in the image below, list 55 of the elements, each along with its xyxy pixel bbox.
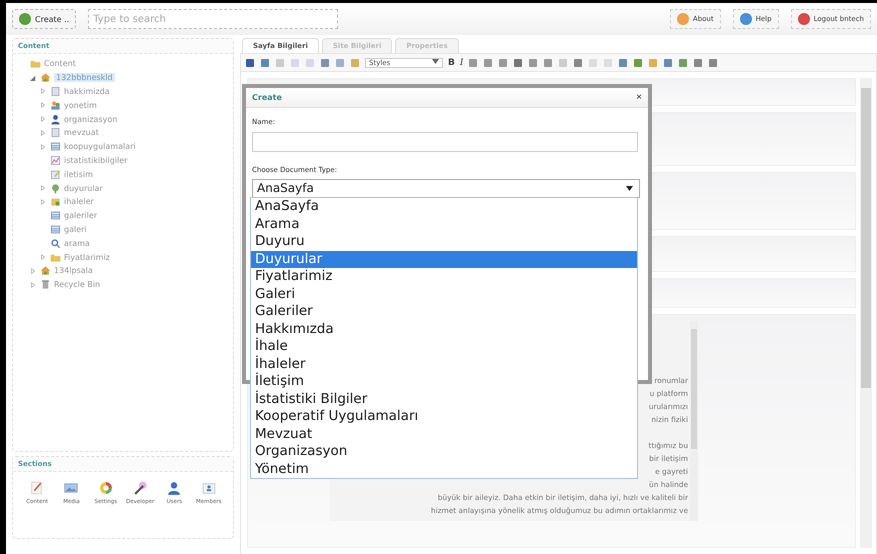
people-icon	[50, 100, 61, 111]
close-button[interactable]: ×	[636, 92, 642, 103]
expander-icon[interactable]	[40, 116, 46, 122]
dropdown-option[interactable]: Galeri	[251, 286, 637, 303]
dialog-title: Create	[252, 93, 282, 102]
expander-icon[interactable]	[40, 198, 46, 205]
house-icon	[40, 265, 51, 276]
expander-icon[interactable]	[40, 254, 46, 260]
dropdown-option[interactable]: İletişim	[251, 373, 637, 390]
dropdown-option[interactable]: Duyuru	[251, 233, 637, 250]
name-field[interactable]	[252, 132, 638, 152]
chart-icon	[50, 154, 61, 166]
dropdown-option[interactable]: Duyurular	[251, 250, 637, 268]
italic-button[interactable]: I	[460, 58, 464, 68]
color-wheel-icon	[98, 480, 114, 496]
expander-icon[interactable]	[40, 88, 46, 94]
box-icon	[50, 196, 61, 208]
expander-icon[interactable]	[30, 268, 36, 274]
expander-icon[interactable]	[30, 74, 36, 81]
dropdown-option[interactable]: Galeriler	[251, 303, 637, 320]
caret-icon	[432, 58, 439, 64]
expander-icon[interactable]	[40, 144, 46, 150]
dropdown-option[interactable]: Fiyatlarimiz	[251, 268, 637, 286]
search-field[interactable]: Type to search	[88, 9, 338, 29]
expander-icon[interactable]	[40, 130, 46, 136]
page-icon	[50, 86, 61, 97]
caret-icon	[626, 186, 633, 190]
dropdown-option[interactable]: Organizasyon	[251, 443, 637, 460]
wand-icon	[132, 480, 148, 496]
dropdown-option[interactable]: İhale	[251, 338, 637, 356]
dropdown-option[interactable]: Kooperatif Uygulamaları	[251, 408, 637, 426]
dropdown-option[interactable]: Mevzuat	[251, 426, 637, 443]
scrollbar[interactable]	[690, 321, 698, 521]
expander-icon[interactable]	[40, 185, 46, 192]
dropdown-option[interactable]: İhaleler	[251, 356, 637, 373]
leaf-icon	[50, 182, 61, 194]
user-icon	[166, 480, 182, 496]
expander-icon[interactable]	[40, 102, 46, 108]
dropdown-option[interactable]: Arama	[251, 216, 637, 233]
folder-icon	[30, 58, 41, 70]
search-icon	[50, 238, 61, 249]
page-icon	[50, 127, 61, 138]
create-button[interactable]: Create ..	[12, 9, 76, 29]
expander-icon[interactable]	[30, 282, 36, 288]
plus-icon	[19, 13, 31, 25]
house-icon	[40, 72, 51, 84]
dropdown-option[interactable]: İstatistiki Bilgiler	[251, 390, 637, 408]
trash-icon	[40, 279, 51, 290]
bold-button[interactable]: B	[448, 58, 455, 68]
dropdown-option[interactable]: Yönetim	[251, 460, 637, 478]
notepad-icon	[50, 168, 61, 180]
dropdown-option[interactable]: AnaSayfa	[251, 198, 637, 216]
scrollbar[interactable]	[860, 78, 872, 548]
dropdown-option[interactable]: Hakkımızda	[251, 320, 637, 338]
person-icon	[50, 114, 61, 125]
